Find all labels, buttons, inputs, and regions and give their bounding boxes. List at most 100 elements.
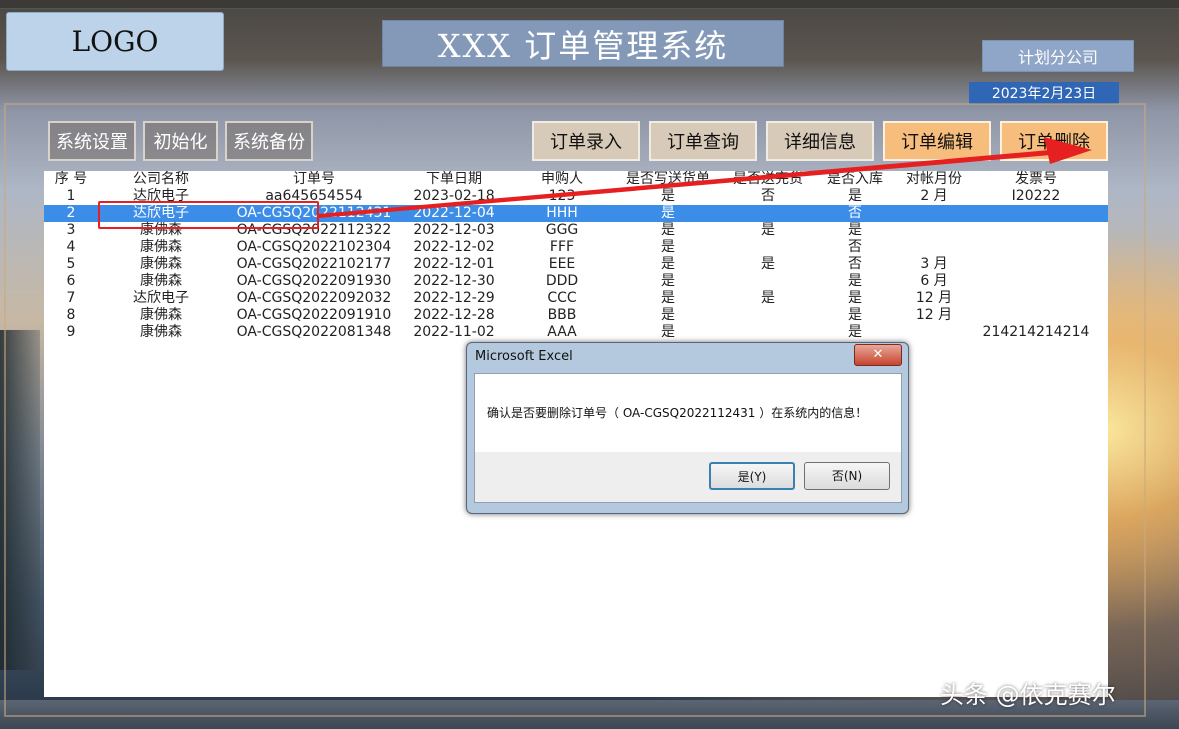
table-cell: 否 [848, 256, 862, 272]
table-cell: 123 [548, 188, 576, 204]
table-cell: 否 [848, 205, 862, 221]
header-cell: 是否送完货 [733, 171, 803, 187]
table-cell: 是 [661, 205, 675, 221]
table-cell [726, 324, 810, 341]
table-cell: DDD [545, 273, 579, 289]
table-cell: 2022-12-29 [413, 290, 495, 306]
table-cell [726, 205, 810, 222]
table-cell: 2023-02-18 [413, 188, 495, 204]
app-title: XXX 订单管理系统 [382, 20, 784, 67]
confirm-dialog: Microsoft Excel ✕ 确认是否要删除订单号（ OA-CGSQ202… [466, 342, 909, 514]
table-cell: 214214214214 [982, 324, 1090, 340]
no-button[interactable]: 否(N) [804, 462, 890, 490]
table-cell [896, 205, 972, 222]
table-cell: 是 [848, 290, 862, 306]
order-query-button[interactable]: 订单查询 [649, 121, 757, 161]
table-row[interactable]: 9 康佛森 OA-CGSQ2022081348 2022-11-02 AAA 是 是 2142… [44, 324, 1108, 341]
table-cell [974, 239, 1098, 256]
table-cell: 2022-12-02 [413, 239, 495, 255]
table-cell: 是 [761, 290, 775, 306]
system-settings-button[interactable]: 系统设置 [48, 121, 136, 161]
table-row[interactable]: 8 康佛森 OA-CGSQ2022091910 2022-12-28 BBB 是 是 12 月 [44, 307, 1108, 324]
table-cell: AAA [547, 324, 577, 340]
table-cell: 是 [848, 307, 862, 323]
table-cell: OA-CGSQ2022102177 [236, 256, 392, 272]
table-cell [896, 222, 972, 239]
table-cell [896, 324, 972, 341]
table-cell: 3 月 [920, 256, 948, 272]
table-row[interactable]: 5 康佛森 OA-CGSQ2022102177 2022-12-01 EEE 是 是 否 3 月 [44, 256, 1108, 273]
order-edit-button[interactable]: 订单编辑 [883, 121, 991, 161]
table-cell: 是 [848, 188, 862, 204]
table-cell [974, 256, 1098, 273]
table-header: 序 号 公司名称 订单号 下单日期 申购人 是否写送货单 是否送完货 是否入库 … [44, 171, 1108, 188]
table-cell: OA-CGSQ2022092032 [236, 290, 392, 306]
table-cell: 是 [661, 188, 675, 204]
table-cell [974, 290, 1098, 307]
table-cell: GGG [545, 222, 579, 238]
table-row[interactable]: 4 康佛森 OA-CGSQ2022102304 2022-12-02 FFF 是 否 [44, 239, 1108, 256]
table-cell: 康佛森 [140, 307, 182, 323]
header-cell: 发票号 [1015, 171, 1057, 187]
table-cell: HHH [546, 205, 578, 221]
table-cell: 2022-12-04 [413, 205, 495, 221]
table-cell: 是 [661, 324, 675, 340]
annotation-highlight-box [98, 201, 319, 229]
order-delete-button[interactable]: 订单删除 [1000, 121, 1108, 161]
table-cell: OA-CGSQ2022081348 [236, 324, 392, 340]
table-cell: 2022-12-01 [413, 256, 495, 272]
table-cell: 2022-12-03 [413, 222, 495, 238]
table-cell: FFF [549, 239, 575, 255]
table-cell: 3 [66, 222, 76, 238]
dialog-message: 确认是否要删除订单号（ OA-CGSQ2022112431 ）在系统内的信息！ [487, 406, 868, 420]
system-backup-button[interactable]: 系统备份 [225, 121, 313, 161]
header-cell: 是否写送货单 [626, 171, 710, 187]
table-cell: 2022-12-30 [413, 273, 495, 289]
company-label: 计划分公司 [982, 40, 1134, 72]
table-cell: 是 [661, 290, 675, 306]
table-cell: 1 [66, 188, 76, 204]
table-cell: 7 [66, 290, 76, 306]
table-cell: 6 月 [920, 273, 948, 289]
table-cell: 康佛森 [140, 239, 182, 255]
table-cell [896, 239, 972, 256]
table-cell: CCC [547, 290, 577, 306]
header-cell: 下单日期 [426, 171, 482, 187]
table-cell: 达欣电子 [133, 290, 189, 306]
table-cell: 12 月 [915, 307, 953, 323]
table-cell: 12 月 [915, 290, 953, 306]
header-cell: 是否入库 [827, 171, 883, 187]
header-cell: 公司名称 [133, 171, 189, 187]
table-cell: 是 [761, 256, 775, 272]
order-entry-button[interactable]: 订单录入 [532, 121, 640, 161]
table-cell: 2022-11-02 [413, 324, 495, 340]
table-cell: 是 [661, 222, 675, 238]
table-cell: 否 [761, 188, 775, 204]
table-cell: 8 [66, 307, 76, 323]
watermark: 头条 @依克赛尔 [940, 681, 1116, 709]
table-cell [726, 239, 810, 256]
table-cell: 康佛森 [140, 324, 182, 340]
header-cell: 对帐月份 [906, 171, 962, 187]
table-cell [974, 307, 1098, 324]
table-cell: OA-CGSQ2022091930 [236, 273, 392, 289]
table-cell [974, 205, 1098, 222]
table-row[interactable]: 7 达欣电子 OA-CGSQ2022092032 2022-12-29 CCC 是 是 是 12… [44, 290, 1108, 307]
table-cell: 是 [848, 273, 862, 289]
close-icon[interactable]: ✕ [854, 344, 902, 366]
dialog-body: 确认是否要删除订单号（ OA-CGSQ2022112431 ）在系统内的信息！ … [474, 373, 902, 503]
table-cell: 2022-12-28 [413, 307, 495, 323]
table-cell: BBB [547, 307, 577, 323]
table-cell: 4 [66, 239, 76, 255]
table-cell: 否 [848, 239, 862, 255]
header-cell: 申购人 [541, 171, 583, 187]
header-cell: 序 号 [54, 171, 88, 187]
table-cell: 是 [848, 324, 862, 340]
table-cell: 是 [661, 307, 675, 323]
table-row[interactable]: 6 康佛森 OA-CGSQ2022091930 2022-12-30 DDD 是 是 6 月 [44, 273, 1108, 290]
table-cell: 是 [848, 222, 862, 238]
initialize-button[interactable]: 初始化 [143, 121, 218, 161]
yes-button[interactable]: 是(Y) [709, 462, 795, 490]
detail-info-button[interactable]: 详细信息 [766, 121, 874, 161]
table-cell: 是 [761, 222, 775, 238]
